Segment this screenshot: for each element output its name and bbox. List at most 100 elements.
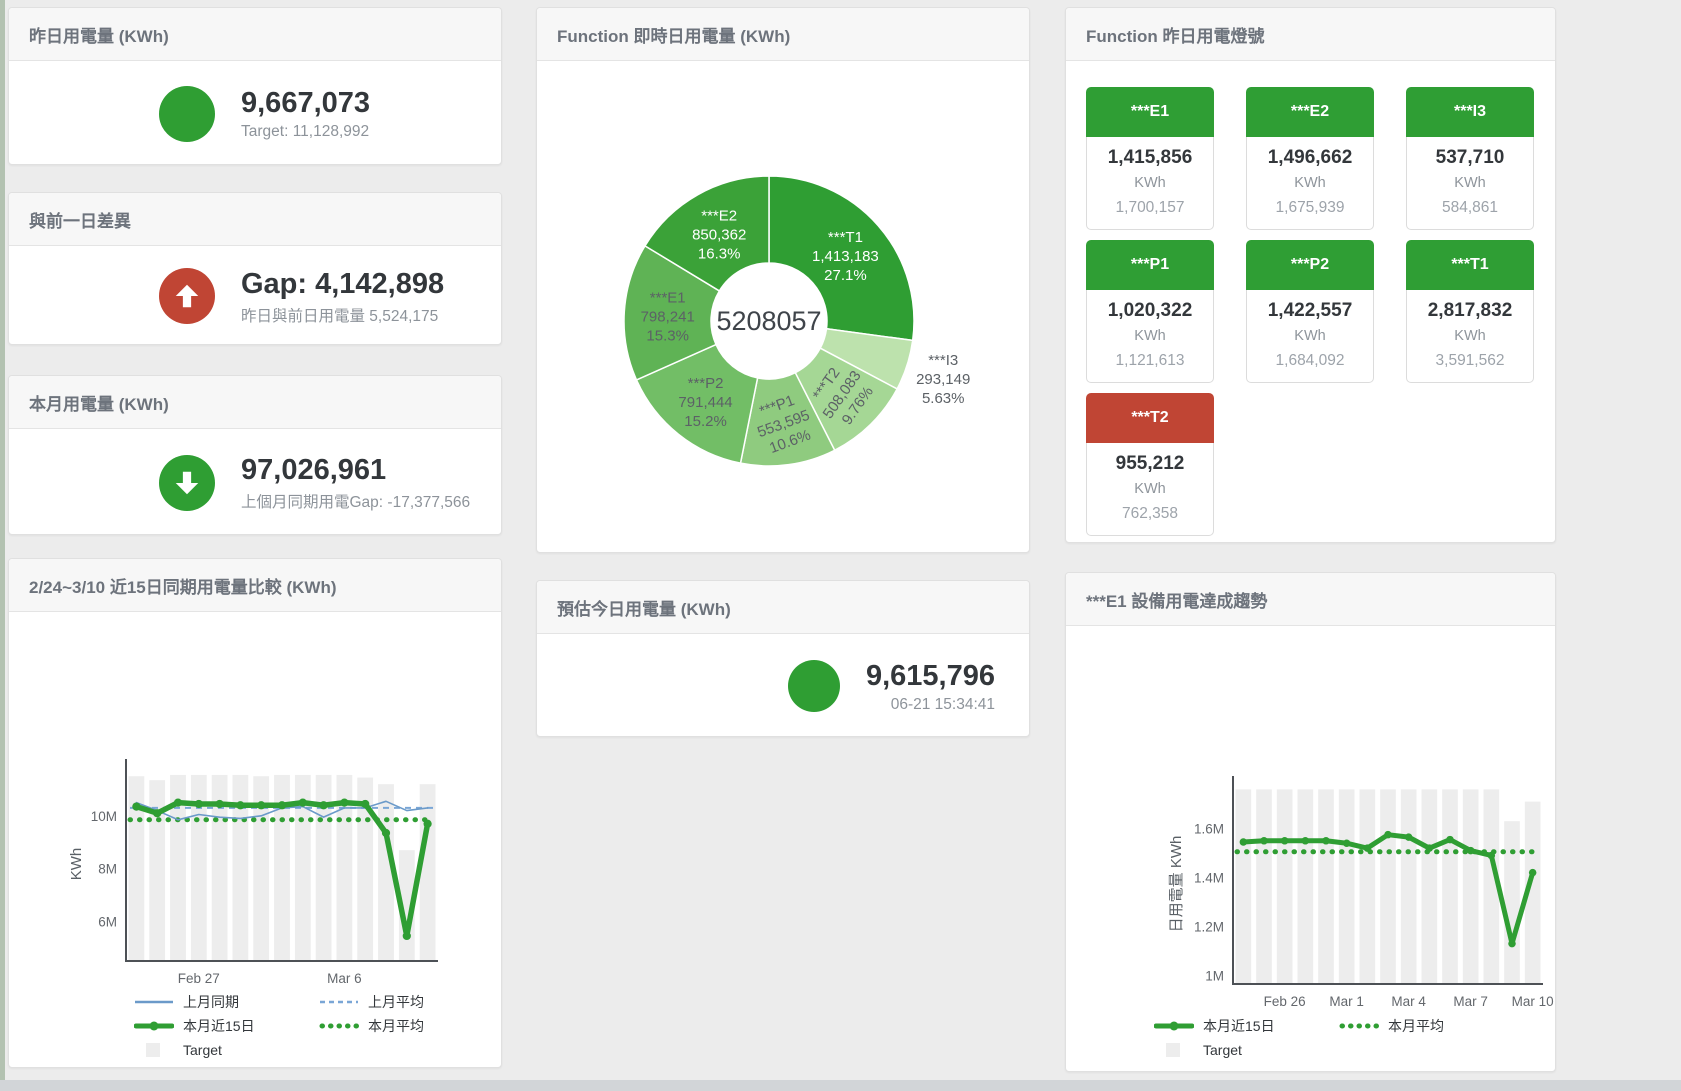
tile-body: 2,817,832KWh3,591,562 [1406, 290, 1534, 383]
card-title: 2/24~3/10 近15日同期用電量比較 (KWh) [9, 559, 501, 612]
tile-yesterday-value: 1,422,557 [1247, 297, 1373, 324]
day-gap-value: Gap: 4,142,898 [241, 267, 444, 301]
yesterday-usage-target: Target: 11,128,992 [241, 123, 370, 141]
tile-yesterday-value: 537,710 [1407, 144, 1533, 171]
legend-item-dash[interactable]: 上月平均 [319, 992, 504, 1012]
tile-yesterday-value: 2,817,832 [1407, 297, 1533, 324]
svg-text:Mar 7: Mar 7 [1453, 994, 1488, 1009]
svg-text:10M: 10M [91, 809, 117, 824]
svg-text:日用電量 KWh: 日用電量 KWh [1168, 836, 1185, 933]
device-tile-T2[interactable]: ***T2955,212KWh762,358 [1086, 393, 1214, 536]
card-title: 預估今日用電量 (KWh) [537, 581, 1029, 634]
sidebar-edge [0, 0, 5, 1091]
device-tile-P1[interactable]: ***P11,020,322KWh1,121,613 [1086, 240, 1214, 383]
card-compare-chart: 2/24~3/10 近15日同期用電量比較 (KWh) 6M8M10MFeb 2… [8, 558, 502, 1068]
tile-body: 1,415,856KWh1,700,157 [1086, 137, 1214, 230]
device-tile-I3[interactable]: ***I3 537,710KWh584,861 [1406, 87, 1534, 230]
card-title-text: Function 昨日用電燈號 [1086, 22, 1264, 47]
legend-label: 本月平均 [1388, 1016, 1444, 1036]
svg-text:Mar 10: Mar 10 [1512, 994, 1554, 1009]
card-forecast: 預估今日用電量 (KWh) 9,615,796 06-21 15:34:41 [536, 580, 1030, 737]
tile-body: 955,212KWh762,358 [1086, 443, 1214, 536]
tile-yesterday-value: 955,212 [1087, 450, 1213, 477]
legend-label: 上月平均 [368, 992, 424, 1012]
legend-label: Target [183, 1042, 222, 1058]
legend-item-square[interactable]: Target [1154, 1040, 1339, 1060]
card-title: Function 昨日用電燈號 [1066, 8, 1555, 61]
card-title: 本月用電量 (KWh) [9, 376, 501, 429]
tile-unit-label: KWh [1087, 477, 1213, 501]
legend-marker-dots-icon [1339, 1019, 1379, 1033]
svg-text:KWh: KWh [68, 848, 85, 881]
tile-unit-label: KWh [1407, 171, 1533, 195]
svg-text:1.4M: 1.4M [1194, 871, 1224, 886]
legend-item-thick[interactable]: 本月近15日 [1154, 1016, 1339, 1036]
day-gap-sub: 昨日與前日用電量 5,524,175 [241, 304, 444, 326]
month-usage-value: 97,026,961 [241, 453, 470, 487]
tile-yesterday-value: 1,415,856 [1087, 144, 1213, 171]
card-device-lights: Function 昨日用電燈號 ***E11,415,856KWh1,700,1… [1065, 7, 1556, 543]
tile-target-value: 1,675,939 [1247, 195, 1373, 220]
down-arrow-icon [159, 455, 215, 511]
up-arrow-icon [159, 268, 215, 324]
tile-unit-label: KWh [1247, 324, 1373, 348]
tile-target-value: 1,700,157 [1087, 195, 1213, 220]
legend-item-square[interactable]: Target [134, 1040, 319, 1060]
legend-item-dots[interactable]: 本月平均 [319, 1016, 504, 1036]
legend-marker-thick-icon [134, 1019, 174, 1033]
card-title-text: 2/24~3/10 近15日同期用電量比較 (KWh) [29, 573, 337, 598]
forecast-timestamp: 06-21 15:34:41 [866, 696, 995, 714]
green-status-circle-icon [159, 86, 215, 142]
tile-unit-label: KWh [1087, 324, 1213, 348]
tile-unit-label: KWh [1407, 324, 1533, 348]
tile-target-value: 584,861 [1407, 195, 1533, 220]
tile-status-header: ***T1 [1406, 240, 1534, 290]
svg-text:8M: 8M [98, 862, 117, 877]
card-yesterday-usage: 昨日用電量 (KWh) 9,667,073 Target: 11,128,992 [8, 7, 502, 165]
dashboard-page: { "colors": { "green": "#2f9e33", "red":… [0, 0, 1681, 1091]
tile-status-header: ***I3 [1406, 87, 1534, 137]
realtime-usage-donut-chart: ***T11,413,18327.1%***I3293,1495.63%***T… [537, 61, 1029, 551]
donut-center-total: 5208057 [716, 306, 821, 336]
month-usage-gap: 上個月同期用電Gap: -17,377,566 [241, 490, 470, 512]
card-month-usage: 本月用電量 (KWh) 97,026,961 上個月同期用電Gap: -17,3… [8, 375, 502, 535]
tile-yesterday-value: 1,020,322 [1087, 297, 1213, 324]
legend-item-line[interactable]: 上月同期 [134, 992, 319, 1012]
lights-grid: ***E11,415,856KWh1,700,157***E21,496,662… [1066, 61, 1555, 536]
tile-target-value: 762,358 [1087, 501, 1213, 526]
card-e1-trend: ***E1 設備用電達成趨勢 1M1.2M1.4M1.6MFeb 26Mar 1… [1065, 572, 1556, 1072]
horizontal-scrollbar[interactable] [0, 1080, 1681, 1091]
compare-chart-legend: 上月同期 上月平均本月近15日 本月平均 Target [9, 992, 501, 1060]
legend-marker-dots-icon [319, 1019, 359, 1033]
device-tile-T1[interactable]: ***T12,817,832KWh3,591,562 [1406, 240, 1534, 383]
svg-text:Feb 26: Feb 26 [1264, 994, 1306, 1009]
device-tile-E2[interactable]: ***E21,496,662KWh1,675,939 [1246, 87, 1374, 230]
legend-item-dots[interactable]: 本月平均 [1339, 1016, 1524, 1036]
svg-text:Feb 27: Feb 27 [178, 971, 220, 986]
green-status-circle-icon [788, 660, 840, 712]
device-tile-E1[interactable]: ***E11,415,856KWh1,700,157 [1086, 87, 1214, 230]
svg-text:1.2M: 1.2M [1194, 919, 1224, 934]
tile-status-header: ***T2 [1086, 393, 1214, 443]
legend-label: 本月近15日 [183, 1016, 255, 1036]
tile-body: 1,020,322KWh1,121,613 [1086, 290, 1214, 383]
tile-body: 1,496,662KWh1,675,939 [1246, 137, 1374, 230]
device-tile-P2[interactable]: ***P21,422,557KWh1,684,092 [1246, 240, 1374, 383]
svg-text:Mar 6: Mar 6 [327, 971, 362, 986]
legend-label: 上月同期 [183, 992, 239, 1012]
tile-status-header: ***P1 [1086, 240, 1214, 290]
tile-unit-label: KWh [1247, 171, 1373, 195]
tile-status-header: ***P2 [1246, 240, 1374, 290]
svg-text:1.6M: 1.6M [1194, 822, 1224, 837]
compare-15day-chart: 6M8M10MFeb 27Mar 6KWh [9, 612, 501, 990]
svg-text:1M: 1M [1205, 968, 1224, 983]
card-title: Function 即時日用電量 (KWh) [537, 8, 1029, 61]
tile-status-header: ***E2 [1246, 87, 1374, 137]
yesterday-usage-value: 9,667,073 [241, 86, 370, 120]
card-title-text: Function 即時日用電量 (KWh) [557, 22, 790, 47]
legend-marker-thick-icon [1154, 1019, 1194, 1033]
e1-trend-chart: 1M1.2M1.4M1.6MFeb 26Mar 1Mar 4Mar 7Mar 1… [1066, 626, 1555, 1014]
legend-item-thick[interactable]: 本月近15日 [134, 1016, 319, 1036]
tile-target-value: 1,121,613 [1087, 348, 1213, 373]
svg-text:Mar 4: Mar 4 [1391, 994, 1426, 1009]
